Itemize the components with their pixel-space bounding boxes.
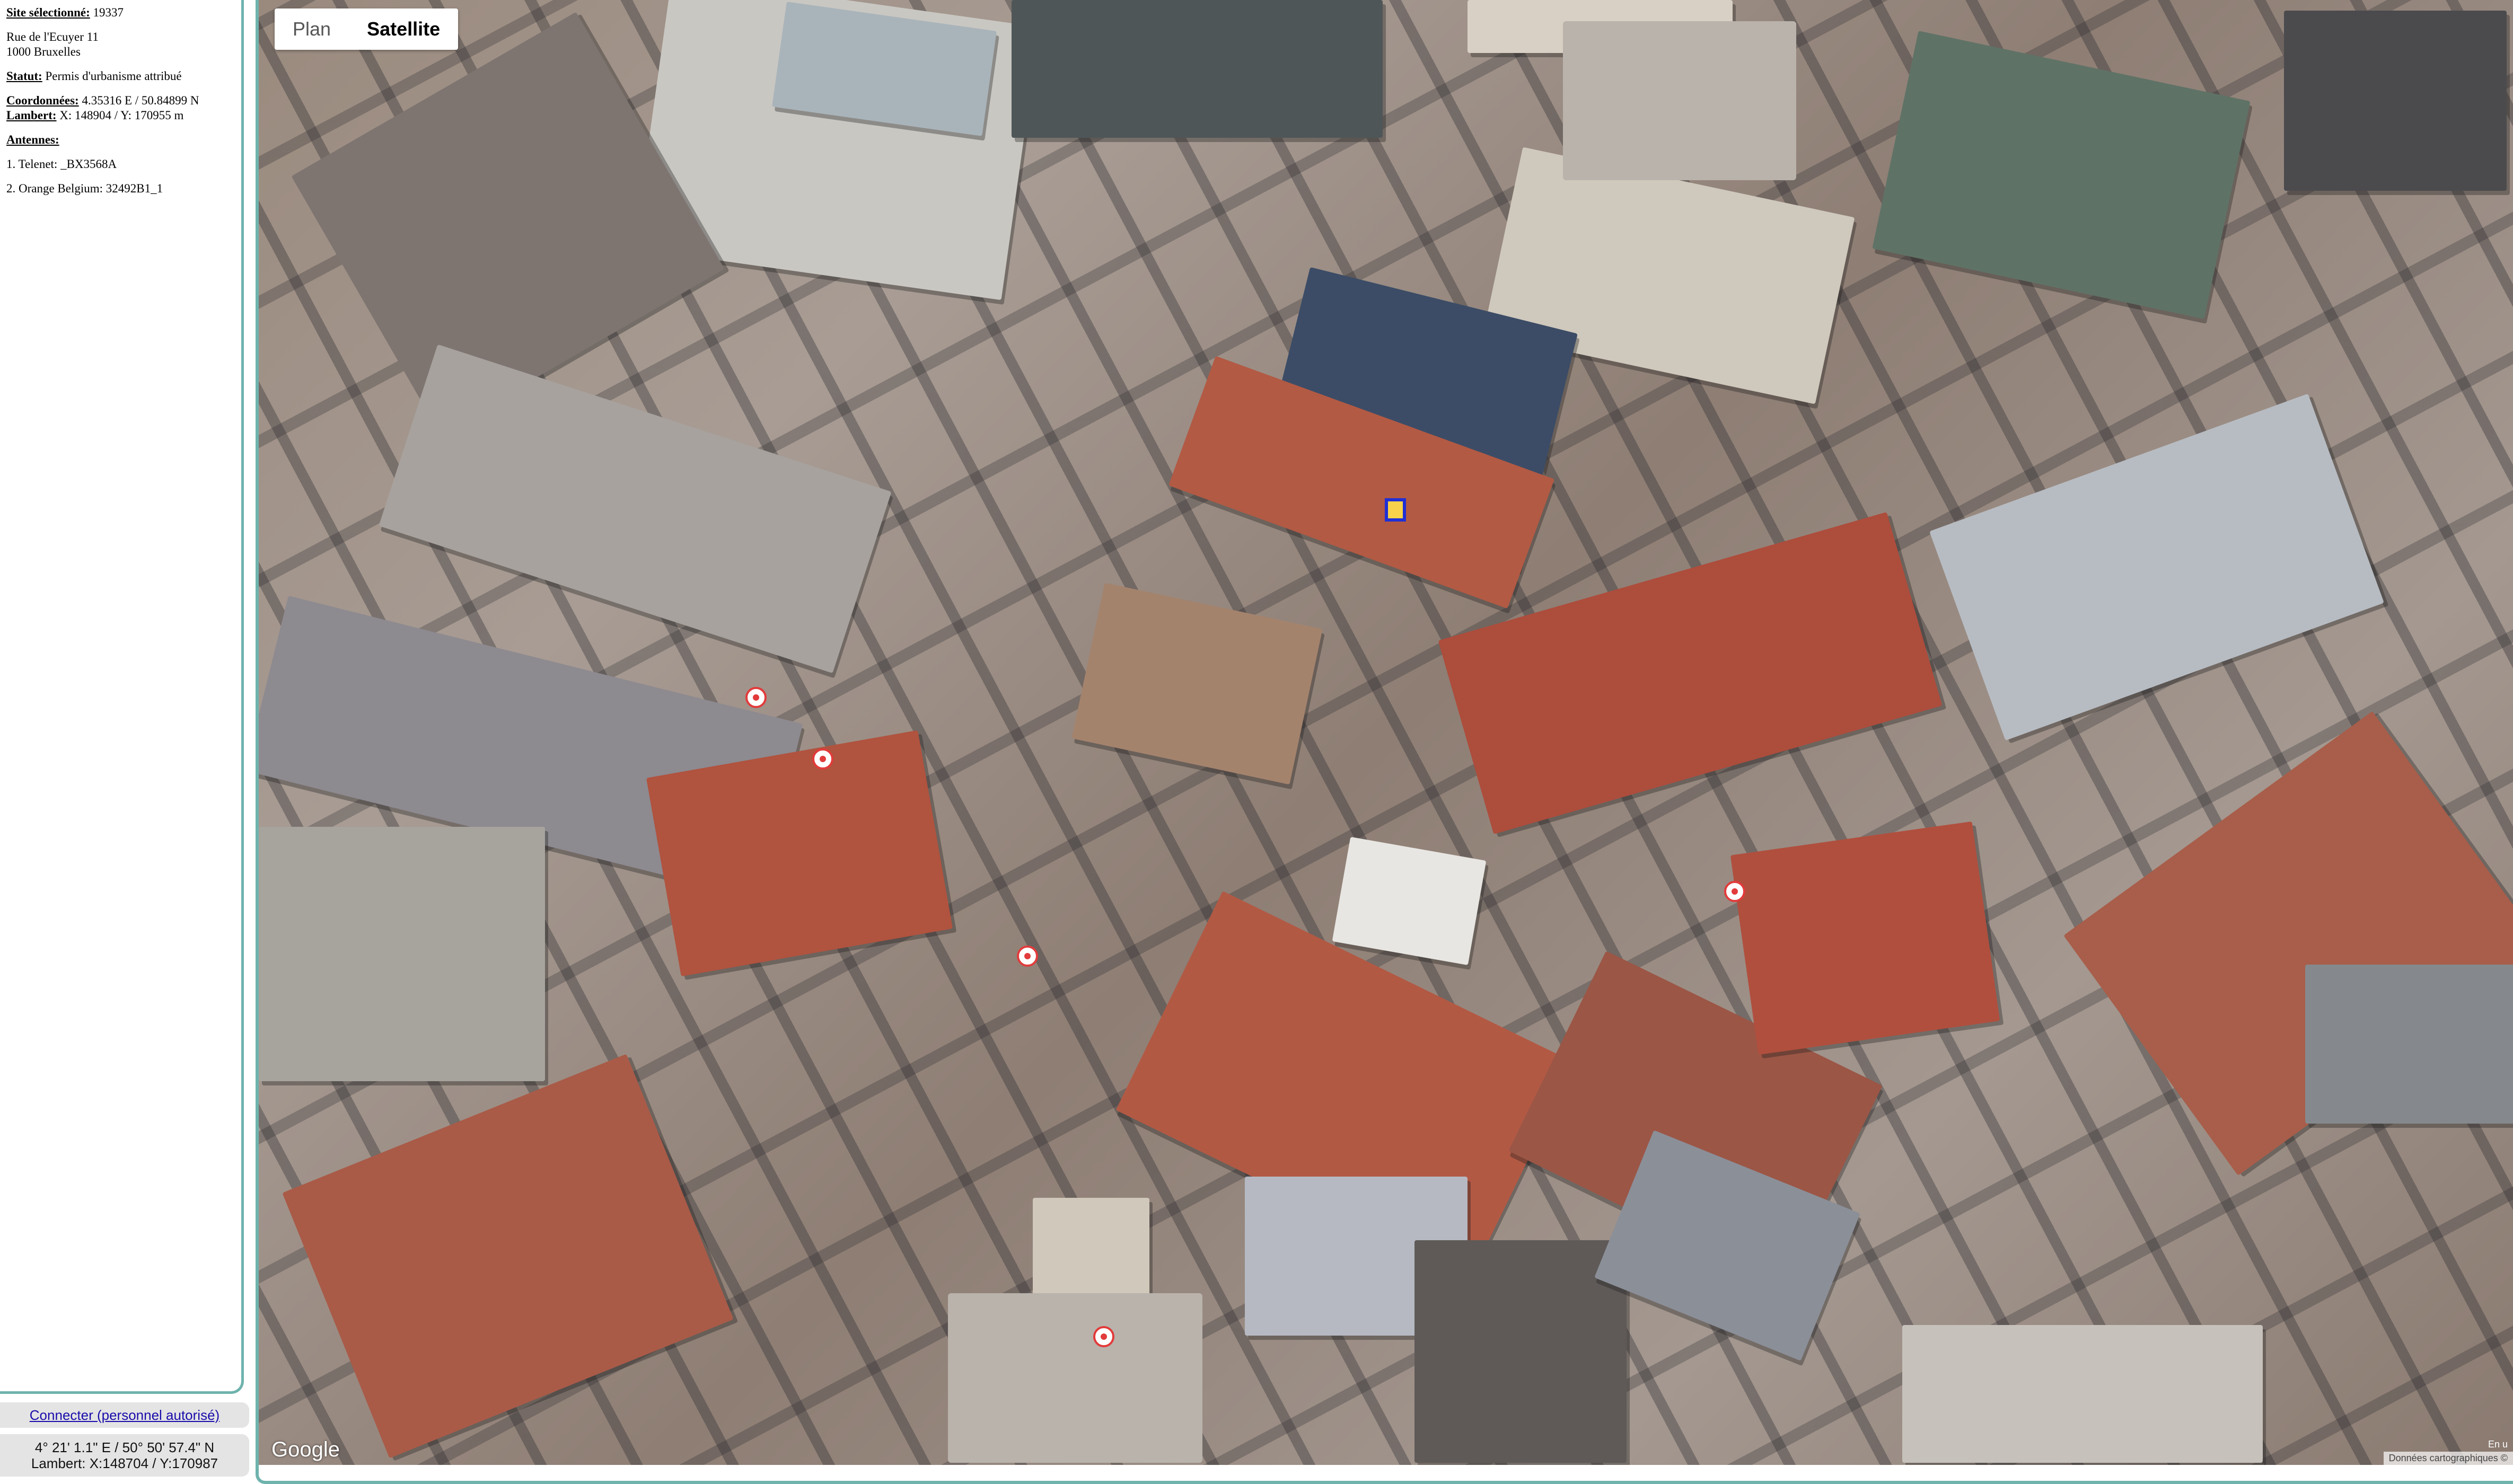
lambert-value: X: 148904 / Y: 170955 m xyxy=(59,109,184,122)
plaza xyxy=(1563,21,1796,180)
building-roof xyxy=(1929,393,2384,741)
building-roof xyxy=(259,827,545,1081)
map-type-plan-button[interactable]: Plan xyxy=(275,8,349,50)
antenna-site-marker[interactable] xyxy=(1017,946,1038,967)
grand-place-square xyxy=(948,1293,1202,1463)
antenna-site-marker[interactable] xyxy=(1724,881,1745,902)
site-selected-label: Site sélectionné: xyxy=(6,6,90,19)
antenna-item: 2. Orange Belgium: 32492B1_1 xyxy=(6,182,163,195)
antenna-item: 1. Telenet: _BX3568A xyxy=(6,157,117,171)
lambert-row: Lambert: X: 148904 / Y: 170955 m xyxy=(6,108,235,123)
map-type-control: Plan Satellite xyxy=(275,8,459,50)
building-roof xyxy=(1872,31,2251,319)
building-roof xyxy=(1332,836,1487,966)
satellite-map[interactable]: Plan Satellite Google En u Données carto… xyxy=(259,0,2513,1465)
map-type-satellite-button[interactable]: Satellite xyxy=(349,8,458,50)
map-attribution[interactable]: Données cartographiques © xyxy=(2383,1452,2513,1465)
coordinates-value: 4.35316 E / 50.84899 N xyxy=(82,94,199,107)
cursor-coordinates-readout: 4° 21' 1.1" E / 50° 50' 57.4" N Lambert:… xyxy=(0,1434,249,1477)
site-selected-row: Site sélectionné: 19337 xyxy=(6,5,235,20)
building-roof xyxy=(2284,11,2507,191)
coordinates-row: Coordonnées: 4.35316 E / 50.84899 N xyxy=(6,93,235,108)
map-frame: Plan Satellite Google En u Données carto… xyxy=(256,0,2513,1484)
statut-row: Statut: Permis d'urbanisme attribué xyxy=(6,69,235,84)
antenna-site-marker[interactable] xyxy=(1093,1326,1114,1347)
building-roof xyxy=(282,1054,734,1459)
antenna-site-marker[interactable] xyxy=(812,748,833,770)
cursor-coords-wgs84: 4° 21' 1.1" E / 50° 50' 57.4" N xyxy=(34,1439,215,1455)
address-line-1: Rue de l'Ecuyer 11 xyxy=(6,30,99,43)
site-id: 19337 xyxy=(93,6,124,19)
antennas-heading: Antennes: xyxy=(6,133,59,146)
building-roof xyxy=(2305,965,2513,1124)
statut-value: Permis d'urbanisme attribué xyxy=(45,69,182,83)
map-attribution-top: En u xyxy=(2488,1439,2508,1450)
app-root: Site sélectionné: 19337 Rue de l'Ecuyer … xyxy=(0,0,2513,1484)
building-roof xyxy=(1012,0,1383,138)
google-logo: Google xyxy=(271,1438,340,1461)
building-roof xyxy=(379,344,892,674)
statut-label: Statut: xyxy=(6,69,42,83)
connect-link[interactable]: Connecter (personnel autorisé) xyxy=(0,1402,249,1428)
site-info-panel: Site sélectionné: 19337 Rue de l'Ecuyer … xyxy=(0,0,244,1394)
coordinates-label: Coordonnées: xyxy=(6,94,79,107)
cursor-coords-lambert: Lambert: X:148704 / Y:170987 xyxy=(31,1455,218,1471)
antenna-site-marker[interactable] xyxy=(745,687,767,708)
building-roof xyxy=(1414,1240,1627,1463)
selected-site-marker[interactable] xyxy=(1385,498,1406,522)
building-roof xyxy=(1902,1325,2263,1463)
lambert-label: Lambert: xyxy=(6,109,57,122)
building-roof xyxy=(1071,582,1323,785)
address-line-2: 1000 Bruxelles xyxy=(6,45,81,58)
building-roof xyxy=(1730,821,2000,1055)
